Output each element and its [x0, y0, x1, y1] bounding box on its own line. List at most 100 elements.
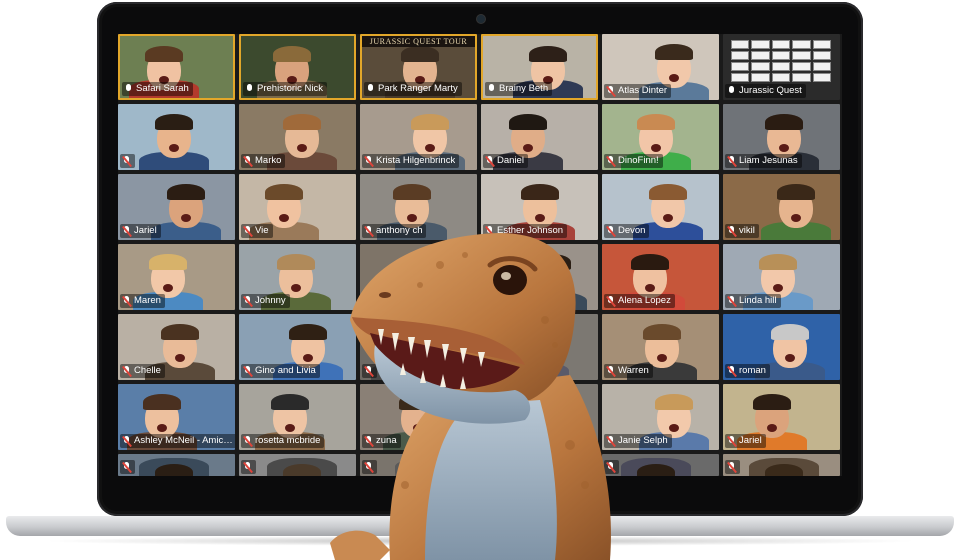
participant-hair: [765, 464, 803, 476]
participant-tile[interactable]: Liam Jesunas: [723, 104, 840, 170]
participant-namebar: vikil: [725, 224, 759, 238]
participant-mouth: [157, 424, 167, 432]
participant-tile[interactable]: Daniel: [481, 104, 598, 170]
participant-hair: [155, 464, 193, 476]
participant-tile[interactable]: Marko: [239, 104, 356, 170]
participant-tile[interactable]: Jariel: [118, 174, 235, 240]
mic-muted-icon: [727, 365, 736, 377]
participant-name: Chelle: [134, 365, 161, 376]
participant-tile[interactable]: Safari Sarah: [118, 34, 235, 100]
participant-name: DinoFinn!: [618, 155, 659, 166]
mic-muted-icon: [243, 365, 252, 377]
participant-mouth: [523, 144, 533, 152]
participant-hair: [649, 184, 687, 200]
participant-name: Ashley McNeil - Amica...: [134, 435, 234, 446]
mic-muted-icon: [485, 155, 494, 167]
participant-namebar: Gino and Livia: [241, 364, 320, 378]
participant-tile[interactable]: [118, 454, 235, 476]
participant-namebar: [120, 154, 135, 168]
participant-namebar: Jariel: [120, 224, 161, 238]
quest-board-image: [731, 40, 831, 82]
mic-icon: [124, 83, 133, 95]
participant-tile[interactable]: [723, 454, 840, 476]
participant-namebar: Atlas Dinter: [604, 84, 672, 98]
participant-hair: [271, 394, 309, 410]
mic-muted-icon: [122, 155, 131, 167]
participant-mouth: [773, 284, 783, 292]
participant-namebar: Krista Hilgenbrinck: [362, 154, 460, 168]
mic-muted-icon: [243, 435, 252, 447]
participant-tile[interactable]: DinoFinn!: [602, 104, 719, 170]
participant-hair: [401, 46, 439, 62]
participant-hair: [521, 184, 559, 200]
participant-hair: [283, 464, 321, 476]
participant-mouth: [669, 424, 679, 432]
participant-tile[interactable]: vikil: [723, 174, 840, 240]
participant-mouth: [279, 214, 289, 222]
participant-hair: [155, 114, 193, 130]
participant-tile[interactable]: Linda hill: [723, 244, 840, 310]
participant-tile[interactable]: Jurassic Quest: [723, 34, 840, 100]
participant-hair: [771, 324, 809, 340]
participant-tile[interactable]: Jariel: [723, 384, 840, 450]
mic-muted-icon: [727, 225, 736, 237]
participant-namebar: Linda hill: [725, 294, 781, 308]
participant-hair: [631, 254, 669, 270]
participant-name: Gino and Livia: [255, 365, 316, 376]
participant-tile[interactable]: Maren: [118, 244, 235, 310]
dinosaur-puppet: [330, 225, 630, 560]
participant-mouth: [425, 144, 435, 152]
participant-hair: [145, 46, 183, 62]
participant-tile[interactable]: JURASSIC QUEST TOUR Park Ranger Marty: [360, 34, 477, 100]
participant-hair: [509, 114, 547, 130]
participant-tile[interactable]: roman: [723, 314, 840, 380]
participant-tile[interactable]: Chelle: [118, 314, 235, 380]
participant-namebar: [120, 460, 135, 474]
participant-mouth: [779, 144, 789, 152]
participant-name: Johnny: [255, 295, 286, 306]
mic-muted-icon: [122, 461, 131, 473]
mic-icon: [245, 83, 254, 95]
participant-tile[interactable]: Brainy Beth: [481, 34, 598, 100]
mic-muted-icon: [727, 155, 736, 167]
participant-name: Prehistoric Nick: [257, 83, 323, 94]
participant-name: Maren: [134, 295, 161, 306]
participant-mouth: [651, 144, 661, 152]
participant-namebar: [241, 460, 256, 474]
participant-tile[interactable]: Krista Hilgenbrinck: [360, 104, 477, 170]
participant-name: Daniel: [497, 155, 524, 166]
participant-mouth: [291, 284, 301, 292]
participant-namebar: Prehistoric Nick: [243, 82, 327, 96]
participant-tile[interactable]: Atlas Dinter: [602, 34, 719, 100]
participant-hair: [637, 114, 675, 130]
participant-hair: [765, 114, 803, 130]
participant-hair: [167, 184, 205, 200]
participant-tile[interactable]: Ashley McNeil - Amica...: [118, 384, 235, 450]
participant-tile[interactable]: Prehistoric Nick: [239, 34, 356, 100]
participant-mouth: [645, 284, 655, 292]
participant-namebar: roman: [725, 364, 770, 378]
participant-namebar: Maren: [120, 294, 165, 308]
participant-hair: [655, 394, 693, 410]
participant-hair: [777, 184, 815, 200]
participant-mouth: [669, 74, 679, 82]
mic-muted-icon: [243, 461, 252, 473]
participant-name: vikil: [739, 225, 755, 236]
participant-tile[interactable]: [118, 104, 235, 170]
participant-mouth: [297, 144, 307, 152]
participant-hair: [637, 464, 675, 476]
participant-hair: [265, 184, 303, 200]
participant-namebar: Chelle: [120, 364, 165, 378]
participant-mouth: [285, 424, 295, 432]
participant-hair: [283, 114, 321, 130]
participant-name: Marko: [255, 155, 282, 166]
participant-hair: [643, 324, 681, 340]
participant-hair: [411, 114, 449, 130]
mic-muted-icon: [364, 155, 373, 167]
mic-muted-icon: [243, 225, 252, 237]
participant-namebar: Park Ranger Marty: [364, 82, 462, 96]
participant-mouth: [791, 214, 801, 222]
participant-mouth: [767, 424, 777, 432]
participant-name: Park Ranger Marty: [378, 83, 458, 94]
participant-namebar: rosetta mcbride: [241, 434, 325, 448]
